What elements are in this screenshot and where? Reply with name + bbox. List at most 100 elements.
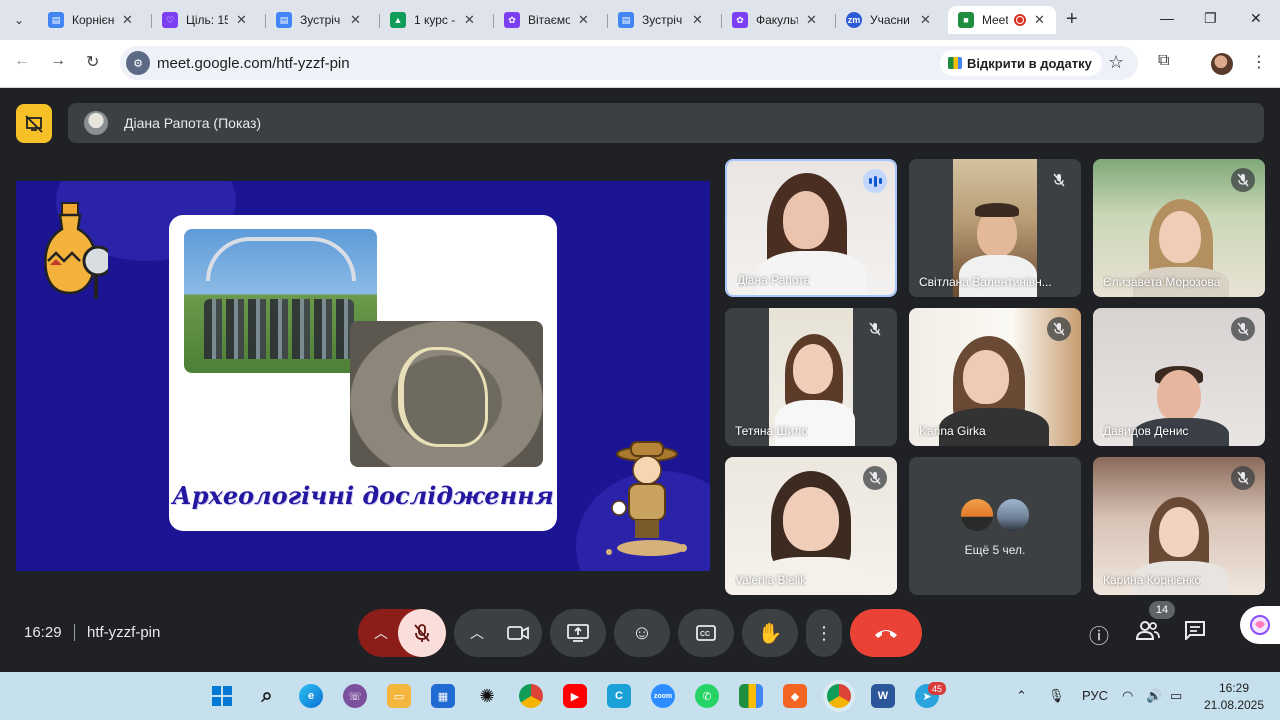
browser-toolbar: ← → ↻ ⚙ meet.google.com/htf-yzzf-pin Від…	[0, 40, 1280, 88]
bookmark-star-icon[interactable]: ☆	[1108, 52, 1124, 73]
more-participants-tile[interactable]: Ещё 5 чел.	[909, 457, 1081, 595]
back-icon[interactable]: ←	[14, 52, 30, 70]
browser-tab-3[interactable]: ▤ Зустріч ✕	[266, 6, 376, 34]
close-icon[interactable]: ✕	[1034, 12, 1045, 28]
captions-button[interactable]: CC	[678, 609, 734, 657]
host-controls-button[interactable]	[16, 104, 52, 143]
browser-tab-6[interactable]: ▤ Зустріч ✕	[608, 6, 718, 34]
participant-tile[interactable]: Світлана Валентинівн...	[909, 159, 1081, 297]
participant-face	[1159, 507, 1199, 557]
profile-avatar[interactable]	[1211, 53, 1233, 75]
reload-icon[interactable]: ↻	[86, 52, 99, 72]
muted-mic-icon	[1231, 466, 1255, 490]
browser-tab-4[interactable]: ▲ 1 курс - ✕	[380, 6, 490, 34]
new-tab-button[interactable]: +	[1066, 8, 1078, 31]
more-options-button[interactable]: ⋮	[806, 609, 842, 657]
participant-tile[interactable]: Karina Girka	[909, 308, 1081, 446]
tab-title: Вітаємо	[528, 13, 570, 27]
people-icon[interactable]	[1135, 620, 1160, 646]
browser-menu-icon[interactable]: ⋮	[1251, 52, 1267, 72]
file-explorer-icon[interactable]: ▭	[387, 684, 411, 708]
close-window-icon[interactable]: ✕	[1250, 10, 1262, 27]
volume-icon[interactable]: 🔊	[1146, 688, 1162, 704]
participant-avatar	[959, 497, 995, 533]
input-language[interactable]: РУС	[1082, 688, 1108, 703]
chevron-up-icon[interactable]: ⌃	[1016, 688, 1027, 704]
wifi-icon[interactable]: ◠	[1122, 688, 1133, 704]
meeting-info-icon[interactable]: ⓘ	[1089, 620, 1109, 649]
tab-title: Ціль: 15	[186, 13, 228, 27]
gemini-button[interactable]	[1240, 606, 1280, 644]
close-icon[interactable]: ✕	[806, 12, 817, 28]
browser-tab-5[interactable]: ✿ Вітаємо ✕	[494, 6, 604, 34]
zoom-icon[interactable]: zoom	[651, 684, 675, 708]
zoom-icon: zm	[846, 12, 862, 28]
speaking-indicator-icon	[863, 169, 887, 193]
reactions-button[interactable]: ☺	[614, 609, 670, 657]
chatgpt-icon[interactable]: ✺	[475, 684, 499, 708]
brain-icon	[1250, 615, 1270, 635]
store-icon[interactable]: ▦	[431, 684, 455, 708]
close-icon[interactable]: ✕	[236, 12, 247, 28]
youtube-icon[interactable]: ▶	[563, 684, 587, 708]
microphone-toggle-button[interactable]	[398, 609, 446, 657]
tab-title: Учасни	[870, 13, 910, 27]
close-icon[interactable]: ✕	[350, 12, 361, 28]
close-icon[interactable]: ✕	[692, 12, 703, 28]
participant-tile[interactable]: Valeriia Bielik	[725, 457, 897, 595]
viber-icon[interactable]: ☏	[343, 684, 367, 708]
canva-icon[interactable]: C	[607, 684, 631, 708]
participant-tile[interactable]: Тетяна Шило	[725, 308, 897, 446]
taskbar-clock[interactable]: 16:29 21.08.2025	[1202, 680, 1266, 714]
raise-hand-button[interactable]: ✋	[742, 609, 798, 657]
chrome-icon[interactable]	[519, 684, 543, 708]
edge-icon[interactable]: e	[299, 684, 323, 708]
extensions-icon[interactable]: ⧉	[1158, 52, 1169, 70]
site-info-icon[interactable]: ⚙	[126, 51, 150, 75]
participant-face	[1157, 370, 1201, 422]
participant-tile[interactable]: Єлизавета Морозова	[1093, 159, 1265, 297]
presentation-app-icon[interactable]: ◆	[783, 684, 807, 708]
search-icon[interactable]: ⌕	[255, 684, 279, 708]
whatsapp-icon[interactable]: ✆	[695, 684, 719, 708]
browser-tab-meet-active[interactable]: ■ Meet ✕	[948, 6, 1056, 34]
docs-icon: ▤	[276, 12, 292, 28]
present-screen-button[interactable]	[550, 609, 606, 657]
presenter-avatar	[84, 111, 108, 135]
participant-name: Valeriia Bielik	[735, 573, 807, 587]
chat-icon[interactable]	[1184, 620, 1206, 646]
close-icon[interactable]: ✕	[464, 12, 475, 28]
forward-icon[interactable]: →	[50, 52, 66, 70]
chevron-up-icon: ︿	[470, 625, 484, 641]
participant-tile[interactable]: Давидов Денис	[1093, 308, 1265, 446]
participant-tile[interactable]: Карина Корнієнко	[1093, 457, 1265, 595]
battery-icon[interactable]: ▭	[1170, 688, 1182, 704]
microphone-icon[interactable]: 🎙	[1048, 688, 1065, 704]
browser-tab-1[interactable]: ▤ Корнієнко ✕	[38, 6, 148, 34]
browser-tab-8[interactable]: zm Учасни ✕	[836, 6, 946, 34]
browser-tab-2[interactable]: ♡ Ціль: 15 ✕	[152, 6, 262, 34]
participant-name: Єлизавета Морозова	[1103, 275, 1221, 289]
camera-icon	[507, 626, 529, 640]
taskbar-date: 21.08.2025	[1203, 698, 1265, 712]
browser-tab-7[interactable]: ✿ Факульт ✕	[722, 6, 832, 34]
flower-icon: ✿	[504, 12, 520, 28]
word-icon[interactable]: W	[871, 684, 895, 708]
url-text[interactable]: meet.google.com/htf-yzzf-pin	[157, 55, 350, 72]
restore-icon[interactable]: ❐	[1204, 10, 1217, 27]
participant-tile[interactable]: Діана Рапота	[725, 159, 897, 297]
meet-icon[interactable]	[739, 684, 763, 708]
emoji-icon: ☺	[631, 621, 653, 644]
skeleton-excavation-image	[350, 321, 543, 467]
camera-toggle-button[interactable]	[494, 609, 542, 657]
close-icon[interactable]: ✕	[578, 12, 589, 28]
chrome-active-icon[interactable]	[827, 684, 851, 708]
minimize-icon[interactable]: —	[1160, 10, 1174, 26]
close-icon[interactable]: ✕	[920, 12, 931, 28]
leave-call-button[interactable]	[850, 609, 922, 657]
open-in-app-button[interactable]: Відкрити в додатку	[940, 50, 1102, 76]
tab-search-button[interactable]: ⌄	[6, 7, 32, 33]
address-bar[interactable]: ⚙ meet.google.com/htf-yzzf-pin Відкрити …	[120, 46, 1138, 80]
close-icon[interactable]: ✕	[122, 12, 133, 28]
windows-start-icon[interactable]	[210, 684, 234, 708]
